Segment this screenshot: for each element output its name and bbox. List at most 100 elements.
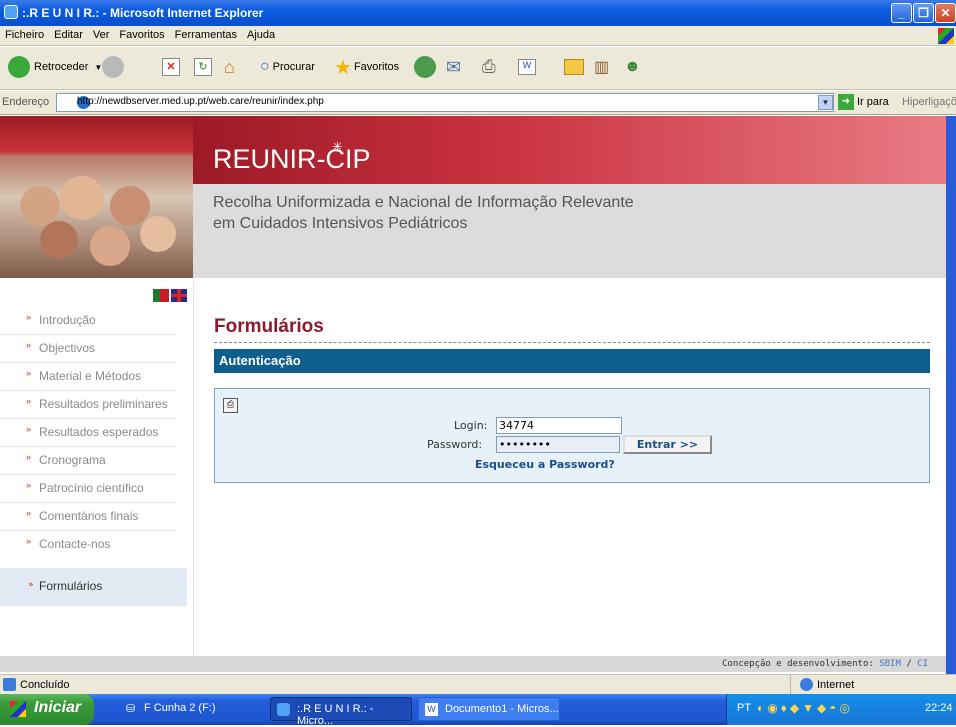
page-heading: Formulários <box>214 316 930 343</box>
site-title: REUNIR-CIP <box>213 144 371 174</box>
system-tray: PT ◐◉♦◆▼◆◓◎ 22:24 <box>726 694 956 725</box>
forward-button[interactable] <box>102 55 124 79</box>
menu-ver[interactable]: Ver <box>88 26 115 44</box>
nav-cronograma[interactable]: » Cronograma <box>0 447 175 475</box>
messenger-icon: ☻ <box>624 58 641 75</box>
home-button[interactable]: ⌂ <box>224 55 235 79</box>
maximize-button[interactable]: ❐ <box>913 3 934 23</box>
word-icon: W <box>425 703 438 716</box>
favorites-label: Favoritos <box>353 61 400 73</box>
menu-favoritos[interactable]: Favoritos <box>114 26 169 44</box>
research-button[interactable]: ▥ <box>594 55 609 79</box>
nav-objectivos[interactable]: » Objectivos <box>0 335 175 363</box>
language-switch <box>153 289 187 302</box>
bullet-arrow-icon: » <box>26 452 32 462</box>
page-footer: Concepção e desenvolvimento: SBIM / CI <box>0 656 946 672</box>
stop-button[interactable]: ✕ <box>162 55 180 79</box>
site-subtitle-line-2: em Cuidados Intensivos Pediátricos <box>213 215 468 232</box>
nav-label: Objectivos <box>39 341 96 355</box>
menu-ferramentas[interactable]: Ferramentas <box>170 26 242 44</box>
login-submit-button[interactable]: Entrar >> <box>623 435 712 454</box>
nav-label: Resultados esperados <box>39 425 159 439</box>
password-input[interactable] <box>496 436 620 453</box>
print-icon[interactable]: ⎙ <box>223 398 238 413</box>
taskbar-ie-window[interactable]: :.R E U N I R.: - Micro... <box>270 697 412 727</box>
drive-icon: ⛁ <box>126 703 136 715</box>
menu-ajuda[interactable]: Ajuda <box>242 26 280 44</box>
site-subtitle-line-1: Recolha Uniformizada e Nacional de Infor… <box>213 194 634 211</box>
discuss-button[interactable] <box>564 55 584 79</box>
edit-button[interactable]: W <box>518 55 536 79</box>
nav-label: Material e Métodos <box>39 369 142 383</box>
nav-label: Patrocínio científico <box>39 481 144 495</box>
bullet-arrow-icon: » <box>26 424 32 434</box>
header-banner: REUNIR-CIP ✳ Recolha Uniformizada e Naci… <box>193 116 946 278</box>
start-label: Iniciar <box>34 699 82 716</box>
address-input[interactable]: http://newdbserver.med.up.pt/web.care/re… <box>56 93 834 112</box>
login-input[interactable] <box>496 417 622 434</box>
print-button[interactable]: ⎙ <box>482 55 496 79</box>
window-title: :.R E U N I R.: - Microsoft Internet Exp… <box>22 6 264 20</box>
mail-button[interactable]: ✉ <box>446 55 461 79</box>
nav-label: Resultados preliminares <box>39 397 168 411</box>
minimize-button[interactable]: _ <box>891 3 912 23</box>
bullet-arrow-icon: » <box>26 368 32 378</box>
forgot-password-link[interactable]: Esqueceu a Password? <box>475 458 615 471</box>
children-photo <box>0 116 193 278</box>
go-arrow-icon[interactable]: ➜ <box>838 94 854 110</box>
address-dropdown-icon[interactable]: ▼ <box>818 95 833 110</box>
search-icon: ○ <box>260 58 270 75</box>
nav-material-metodos[interactable]: » Material e Métodos <box>0 363 175 391</box>
taskbar-drive[interactable]: ⛁ F Cunha 2 (F:) <box>118 697 258 721</box>
nav-formularios[interactable]: » Formulários <box>0 568 187 606</box>
vertical-scrollbar[interactable] <box>946 116 956 674</box>
refresh-button[interactable]: ↻ <box>194 55 212 79</box>
windows-logo-icon <box>938 28 954 44</box>
uk-flag-icon[interactable] <box>171 289 187 302</box>
favorites-button[interactable]: ★ Favoritos <box>334 55 399 79</box>
forward-arrow-icon <box>102 56 124 78</box>
back-arrow-icon <box>8 56 30 78</box>
nav-contacte-nos[interactable]: » Contacte-nos <box>0 531 175 559</box>
nav-label: Introdução <box>39 313 96 327</box>
nav-resultados-preliminares[interactable]: » Resultados preliminares <box>0 391 175 419</box>
word-icon: W <box>518 59 536 75</box>
go-button[interactable]: Ir para <box>857 96 889 108</box>
close-button[interactable]: ✕ <box>935 3 956 23</box>
footer-link-sbim[interactable]: SBIM <box>879 659 901 669</box>
bullet-arrow-icon: » <box>26 536 32 546</box>
footer-text: Concepção e desenvolvimento: <box>722 659 874 669</box>
menu-editar[interactable]: Editar <box>49 26 88 44</box>
nav-introducao[interactable]: » Introdução <box>0 307 175 335</box>
nav-comentarios[interactable]: » Comentários finais <box>0 503 175 531</box>
start-button[interactable]: Iniciar <box>0 694 94 725</box>
bullet-arrow-icon: » <box>26 312 32 322</box>
printer-icon: ⎙ <box>482 57 496 76</box>
tray-icons[interactable]: ◐◉♦◆▼◆◓◎ <box>757 701 853 715</box>
bullet-arrow-icon: » <box>26 340 32 350</box>
taskbar-word-window[interactable]: W Documento1 - Micros... <box>418 697 560 721</box>
nav-resultados-esperados[interactable]: » Resultados esperados <box>0 419 175 447</box>
menu-bar: Ficheiro Editar Ver Favoritos Ferramentas Aju… <box>0 26 956 46</box>
language-indicator[interactable]: PT <box>737 702 751 714</box>
windows-logo-icon <box>10 701 26 717</box>
back-button[interactable]: Retroceder ▼ <box>8 55 102 79</box>
nav-label: Formulários <box>39 579 103 593</box>
portugal-flag-icon[interactable] <box>153 289 169 302</box>
drive-label: F Cunha 2 (F:) <box>144 702 216 714</box>
main-content: Formulários Autenticação ⎙ Login: Passwo… <box>214 316 930 483</box>
footer-separator: / <box>906 659 912 669</box>
back-label: Retroceder <box>34 61 89 73</box>
sidebar-nav: » Introdução » Objectivos » Material e Méto… <box>0 307 193 559</box>
window-title-bar[interactable]: :.R E U N I R.: - Microsoft Internet Exp… <box>0 0 956 26</box>
page-done-icon <box>3 678 16 691</box>
menu-ficheiro[interactable]: Ficheiro <box>0 26 49 44</box>
footer-link-ci[interactable]: CI <box>917 659 928 669</box>
messenger-button[interactable]: ☻ <box>624 55 641 79</box>
search-button[interactable]: ○ Procurar <box>260 55 315 79</box>
toolbar: Retroceder ▼ ✕ ↻ ⌂ ○ Procurar ★ Favorito… <box>0 47 956 90</box>
links-label[interactable]: Hiperligações <box>902 96 956 108</box>
site-subtitle: Recolha Uniformizada e Nacional de Infor… <box>213 192 634 234</box>
nav-patrocinio[interactable]: » Patrocínio científico <box>0 475 175 503</box>
history-button[interactable] <box>414 55 436 79</box>
